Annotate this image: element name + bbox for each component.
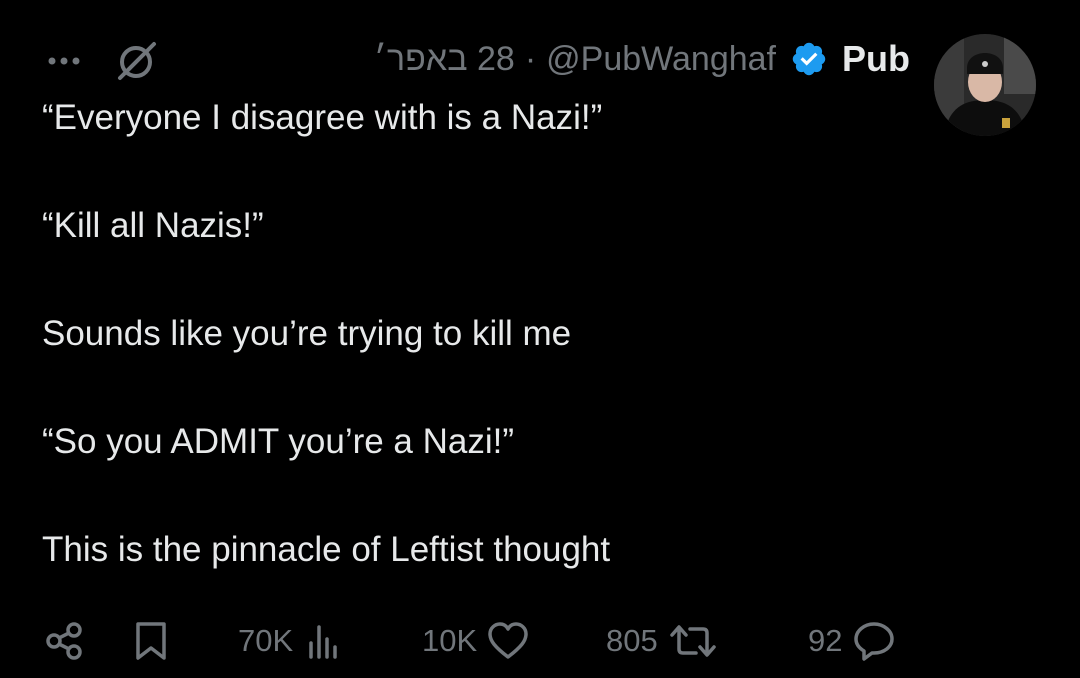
share-button[interactable]	[44, 616, 86, 666]
user-handle[interactable]: @PubWanghaf	[546, 40, 776, 79]
heart-icon	[487, 621, 529, 661]
post-paragraph: This is the pinnacle of Leftist thought	[42, 530, 611, 569]
post-card[interactable]: Pub @PubWanghaf · 28 באפר׳ “Everyone I d…	[0, 0, 1080, 678]
views-count: 70K	[238, 623, 294, 658]
views-button[interactable]: 70K	[238, 616, 343, 666]
post-header: Pub @PubWanghaf · 28 באפר׳	[374, 34, 910, 84]
post-paragraph: “So you ADMIT you’re a Nazi!”	[42, 422, 515, 461]
more-icon[interactable]	[44, 41, 84, 86]
likes-count: 10K	[422, 623, 478, 658]
action-bar: 70K 10K 805 92	[44, 616, 944, 666]
reply-button[interactable]: 92	[808, 616, 896, 666]
repost-button[interactable]: 805	[606, 616, 718, 666]
post-top-icons	[44, 38, 160, 89]
grok-icon[interactable]	[114, 38, 160, 89]
reposts-count: 805	[606, 623, 658, 658]
post-paragraph: “Kill all Nazis!”	[42, 206, 264, 245]
post-text: “Everyone I disagree with is a Nazi!” “K…	[42, 96, 922, 636]
reply-icon	[852, 620, 896, 662]
avatar[interactable]	[934, 34, 1036, 136]
share-icon	[44, 620, 86, 662]
post-paragraph: Sounds like you’re trying to kill me	[42, 314, 572, 353]
views-icon	[303, 621, 343, 661]
separator-dot: ·	[524, 39, 537, 78]
post-paragraph: “Everyone I disagree with is a Nazi!”	[42, 98, 603, 137]
post-date[interactable]: 28 באפר׳	[374, 40, 515, 79]
replies-count: 92	[808, 623, 843, 658]
bookmark-icon	[132, 620, 170, 662]
bookmark-button[interactable]	[132, 616, 170, 666]
verified-badge-icon[interactable]	[790, 40, 828, 78]
like-button[interactable]: 10K	[422, 616, 529, 666]
display-name[interactable]: Pub	[842, 38, 910, 80]
repost-icon	[668, 621, 718, 661]
